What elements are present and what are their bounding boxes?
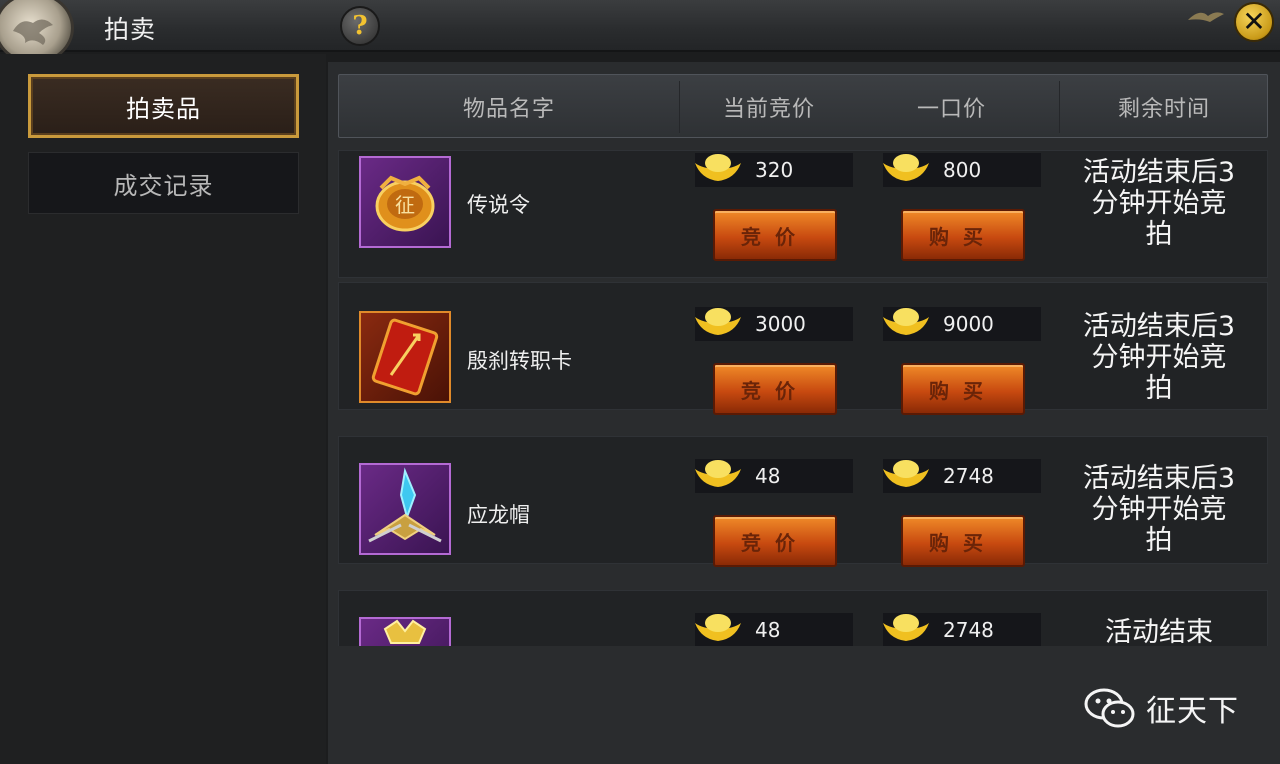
time-left-text: 活动结束后3分钟开始竞拍	[1082, 463, 1236, 556]
buy-button[interactable]: 购买	[901, 209, 1025, 261]
close-icon: ✕	[1242, 5, 1266, 38]
buyout-amount: 9000	[943, 312, 994, 336]
time-left-text: 活动结束	[1105, 617, 1213, 646]
close-button[interactable]: ✕	[1234, 2, 1274, 42]
column-header-buyout: 一口价	[916, 97, 986, 122]
current-bid-value: 48	[695, 459, 853, 493]
help-icon: ?	[352, 11, 368, 41]
help-button[interactable]: ?	[340, 6, 380, 46]
bid-button[interactable]: 竞价	[713, 515, 837, 567]
time-left-text: 活动结束后3分钟开始竞拍	[1082, 311, 1236, 404]
table-row: 应龙帽 48 2748 竞价 购买 活动结束后3分钟开始竞拍	[338, 436, 1268, 567]
buyout-price: 9000	[883, 307, 1041, 341]
table-row: 48 2748 活动结束	[338, 590, 1268, 646]
buyout-price: 2748	[883, 459, 1041, 493]
svg-text:征: 征	[395, 193, 415, 217]
item-name: 殷刹转职卡	[467, 349, 572, 373]
watermark-text: 征天下	[1146, 694, 1239, 729]
current-bid-amount: 48	[755, 618, 781, 642]
tab-label: 成交记录	[113, 171, 214, 200]
sidebar: 拍卖品 成交记录	[0, 54, 326, 764]
class-change-card-icon[interactable]	[359, 311, 451, 403]
column-header-current-bid: 当前竞价	[722, 97, 815, 122]
buyout-amount: 2748	[943, 618, 994, 642]
gold-ingot-icon	[695, 154, 741, 181]
table-row: 征 传说令 320 800 竞价 购买 活动结束后3分钟开始竞拍	[338, 150, 1268, 278]
tab-label: 拍卖品	[126, 94, 201, 123]
table-header: 物品名字 当前竞价 一口价 剩余时间	[338, 74, 1268, 138]
column-header-time-left: 剩余时间	[1117, 97, 1210, 122]
gold-ingot-icon	[695, 614, 741, 641]
gold-ingot-icon	[883, 460, 929, 487]
buy-button[interactable]: 购买	[901, 363, 1025, 415]
item-name: 应龙帽	[467, 503, 530, 527]
bid-button[interactable]: 竞价	[713, 209, 837, 261]
gold-armor-icon[interactable]	[359, 617, 451, 646]
buyout-price: 800	[883, 153, 1041, 187]
auction-list[interactable]: 征 传说令 320 800 竞价 购买 活动结束后3分钟开始竞拍 殷刹转职卡 3…	[338, 150, 1268, 646]
time-left-text: 活动结束后3分钟开始竞拍	[1082, 157, 1236, 250]
title-bar: 拍卖 ? ✕	[0, 0, 1280, 64]
current-bid-amount: 320	[755, 158, 794, 182]
gold-ingot-icon	[883, 154, 929, 181]
tab-transaction-history[interactable]: 成交记录	[28, 152, 299, 214]
current-bid-amount: 3000	[755, 312, 806, 336]
watermark: 征天下	[1084, 686, 1239, 730]
bid-button[interactable]: 竞价	[713, 363, 837, 415]
dragon-helmet-icon[interactable]	[359, 463, 451, 555]
column-header-item-name: 物品名字	[462, 97, 555, 122]
token-medal-icon[interactable]: 征	[359, 156, 451, 248]
tab-auction-items[interactable]: 拍卖品	[28, 74, 299, 138]
buyout-amount: 800	[943, 158, 982, 182]
gold-ingot-icon	[695, 460, 741, 487]
buy-button[interactable]: 购买	[901, 515, 1025, 567]
wing-ornament-icon	[1188, 12, 1224, 22]
current-bid-value: 320	[695, 153, 853, 187]
gold-ingot-icon	[695, 308, 741, 335]
table-row: 殷刹转职卡 3000 9000 竞价 购买 活动结束后3分钟开始竞拍	[338, 282, 1268, 415]
gold-ingot-icon	[883, 308, 929, 335]
window-title: 拍卖	[104, 15, 157, 44]
wechat-icon	[1084, 688, 1135, 728]
current-bid-amount: 48	[755, 464, 781, 488]
current-bid-value: 3000	[695, 307, 853, 341]
item-name: 传说令	[467, 193, 530, 217]
gold-ingot-icon	[883, 614, 929, 641]
current-bid-value: 48	[695, 613, 853, 646]
buyout-price: 2748	[883, 613, 1041, 646]
buyout-amount: 2748	[943, 464, 994, 488]
